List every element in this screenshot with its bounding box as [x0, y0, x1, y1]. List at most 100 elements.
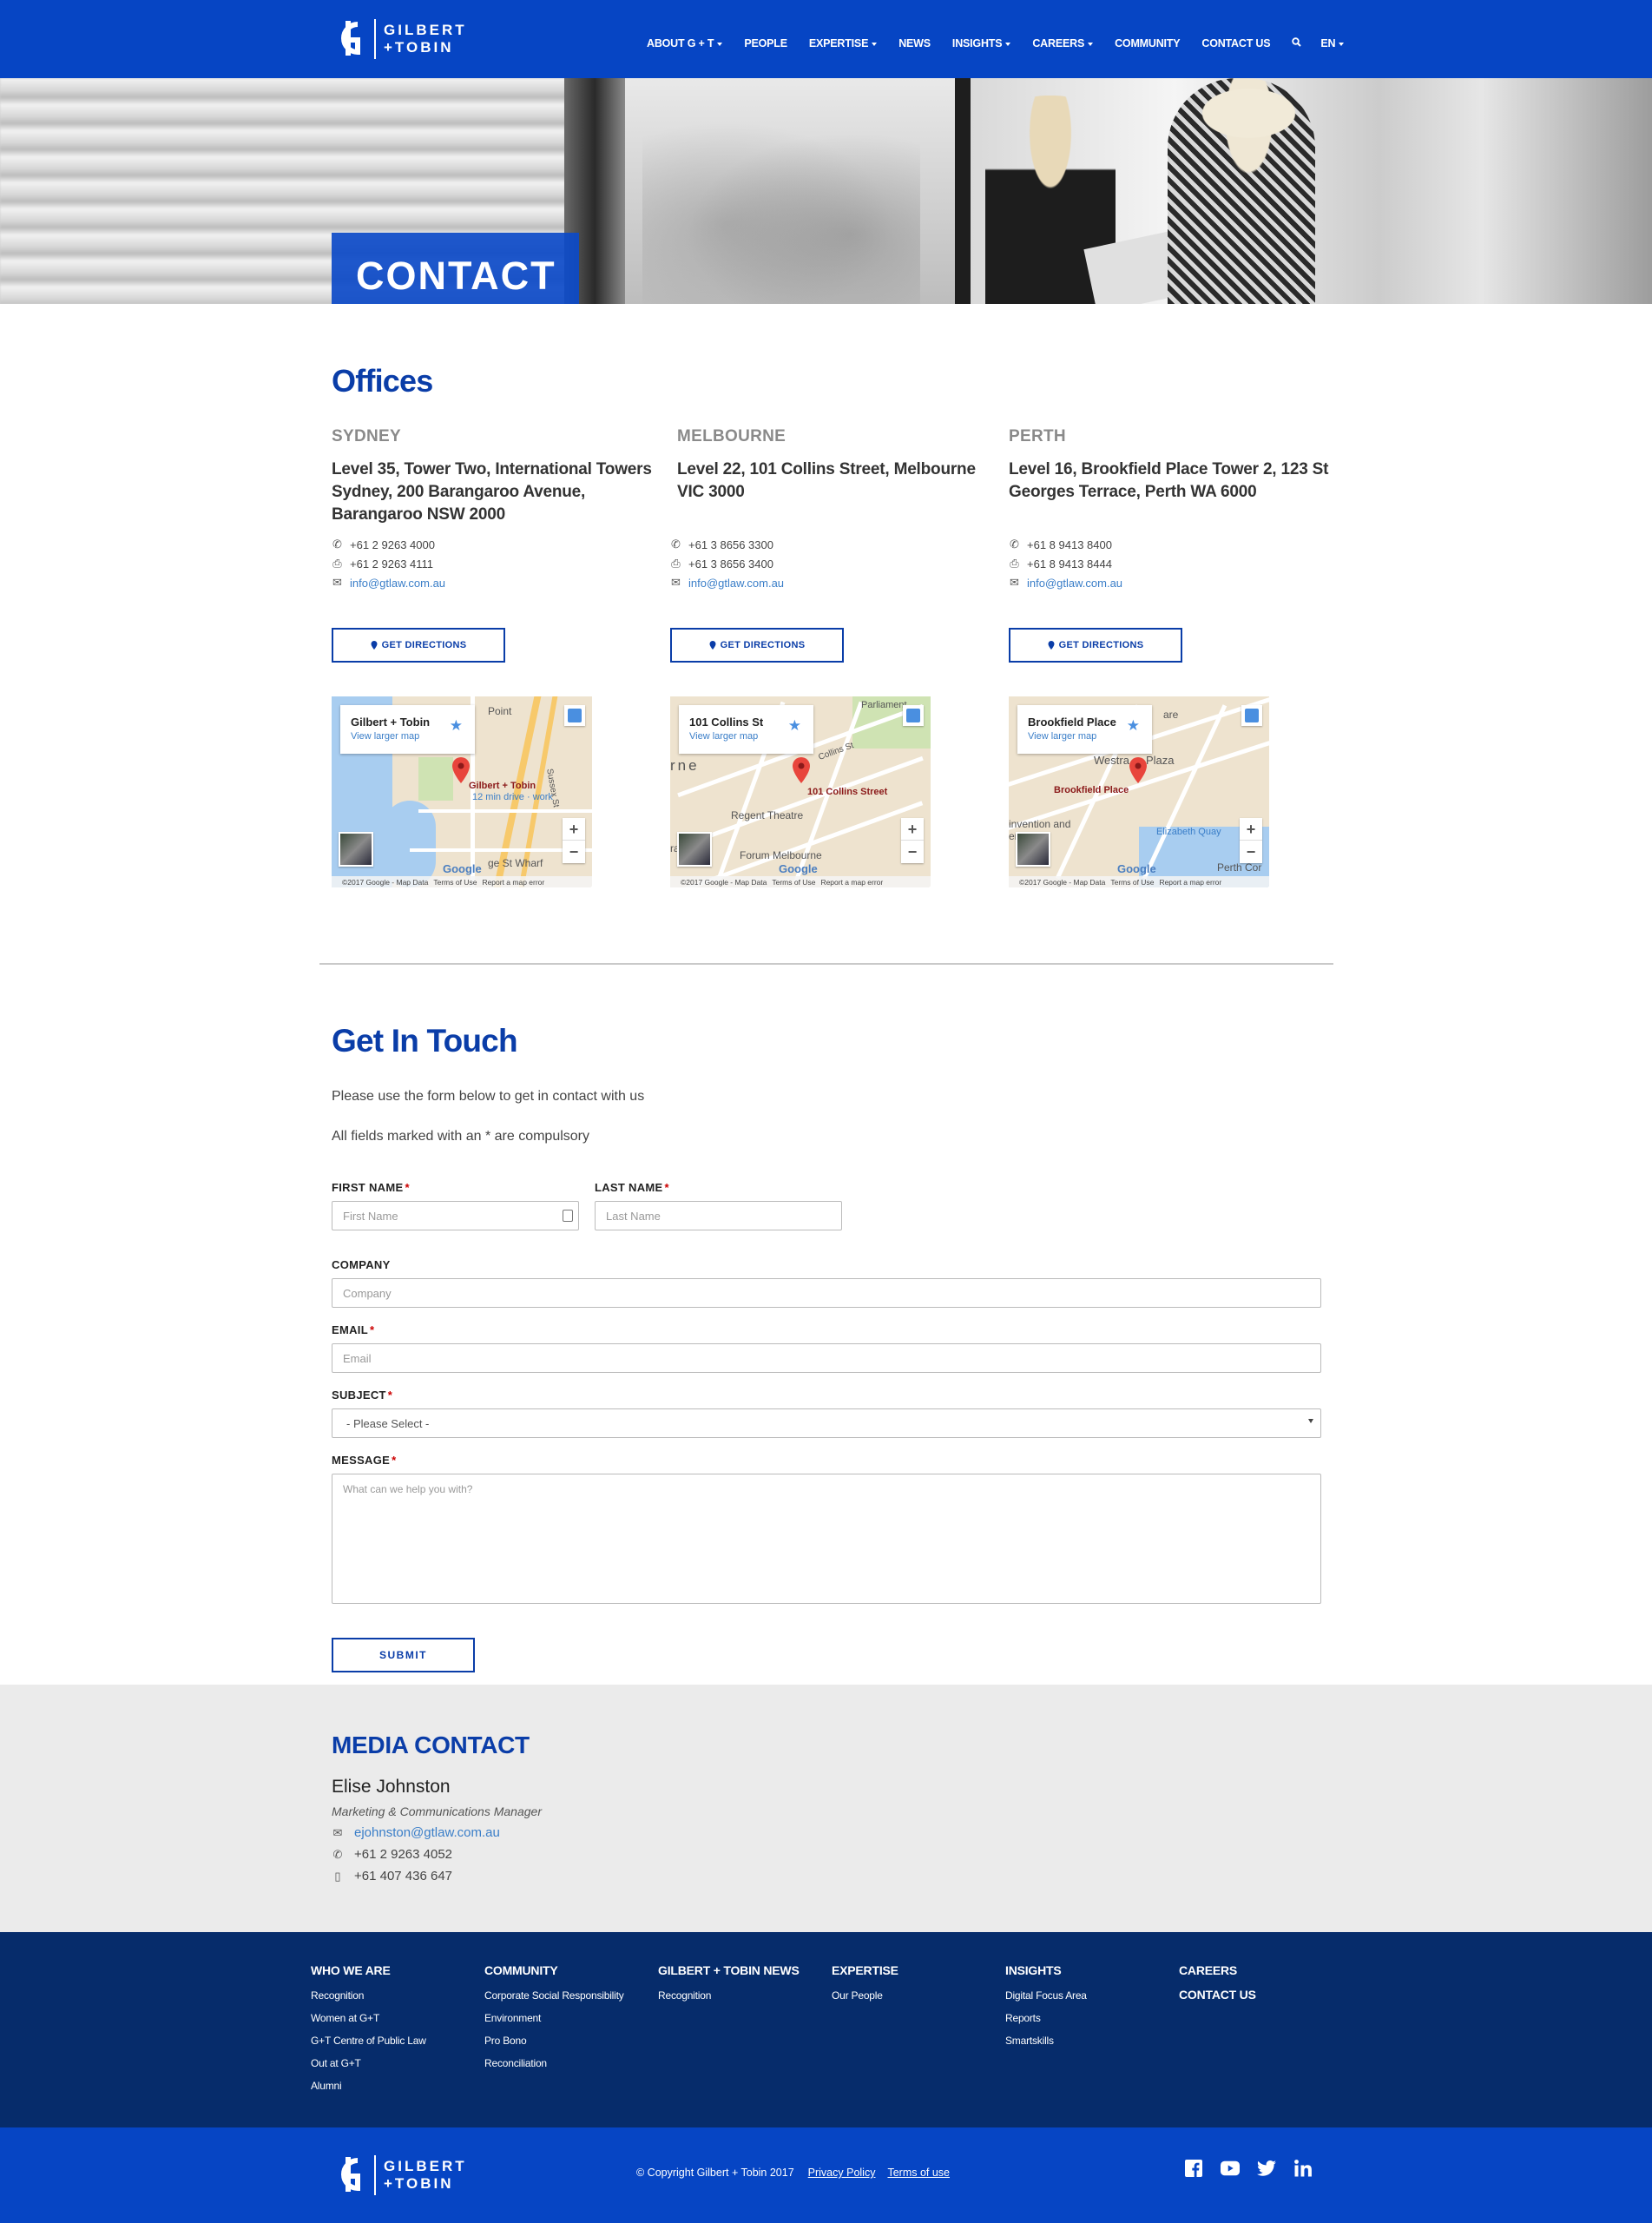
map-perth[interactable]: are Westra Plaza Elizabeth Quay inventio…: [1009, 696, 1269, 887]
get-directions-perth-button[interactable]: GET DIRECTIONS: [1009, 628, 1182, 663]
star-icon[interactable]: ★: [788, 717, 801, 735]
footer-col-heading[interactable]: GILBERT + TOBIN NEWS: [658, 1963, 800, 1977]
facebook-icon[interactable]: [1184, 2159, 1203, 2178]
view-larger-map-link[interactable]: View larger map: [689, 731, 758, 742]
map-street-label: invention and: [1009, 818, 1071, 830]
header-logo[interactable]: GILBERT +TOBIN: [332, 17, 467, 61]
zoom-in-button[interactable]: +: [563, 818, 585, 841]
map-street-label: Forum Melbourne: [740, 849, 822, 861]
zoom-in-button[interactable]: +: [901, 818, 924, 841]
map-sydney[interactable]: Point Sussex St ge St Wharf Gilbert + To…: [332, 696, 592, 887]
map-place-name: 101 Collins St: [689, 716, 764, 729]
map-satellite-thumbnail[interactable]: [677, 832, 712, 867]
nav-community[interactable]: COMMUNITY: [1115, 37, 1180, 49]
zoom-in-button[interactable]: +: [1240, 818, 1262, 841]
view-larger-map-link[interactable]: View larger map: [1028, 731, 1096, 742]
footer-link[interactable]: Smartskills: [1005, 2035, 1087, 2047]
office-phone-value: +61 8 9413 8400: [1027, 538, 1112, 551]
map-street-label: Westra: [1094, 754, 1129, 767]
office-email-link[interactable]: info@gtlaw.com.au: [350, 577, 445, 590]
map-report-link[interactable]: Report a map error: [1159, 878, 1221, 887]
footer-col-heading[interactable]: CAREERS: [1179, 1963, 1256, 1977]
company-field[interactable]: Company: [332, 1278, 1321, 1308]
search-button[interactable]: [1292, 37, 1302, 49]
star-icon[interactable]: ★: [450, 717, 463, 735]
footer-link[interactable]: Pro Bono: [484, 2035, 624, 2047]
map-terms-link[interactable]: Terms of Use: [772, 878, 815, 887]
nav-people[interactable]: PEOPLE: [744, 37, 787, 49]
nav-news[interactable]: NEWS: [898, 37, 931, 49]
street-view-button[interactable]: [903, 705, 924, 726]
get-directions-melbourne-button[interactable]: GET DIRECTIONS: [670, 628, 844, 663]
language-select[interactable]: EN: [1320, 37, 1345, 49]
office-perth: PERTH Level 16, Brookfield Place Tower 2…: [1009, 427, 1330, 504]
footer-col-heading[interactable]: WHO WE ARE: [311, 1963, 426, 1977]
youtube-icon[interactable]: [1221, 2159, 1240, 2178]
map-marker-icon[interactable]: [792, 757, 811, 788]
street-view-button[interactable]: [564, 705, 585, 726]
footer-contact-us-link[interactable]: CONTACT US: [1179, 1988, 1256, 2002]
footer-link[interactable]: G+T Centre of Public Law: [311, 2035, 426, 2047]
map-info-card: 101 Collins St View larger map ★: [679, 705, 813, 754]
street-view-button[interactable]: [1241, 705, 1262, 726]
map-park: [418, 757, 453, 801]
map-terms-link[interactable]: Terms of Use: [433, 878, 477, 887]
footer-link[interactable]: Our People: [832, 1989, 898, 2002]
office-email-link[interactable]: info@gtlaw.com.au: [1027, 577, 1122, 590]
map-report-link[interactable]: Report a map error: [482, 878, 544, 887]
submit-button[interactable]: SUBMIT: [332, 1638, 475, 1672]
footer-link[interactable]: Digital Focus Area: [1005, 1989, 1087, 2002]
terms-of-use-link[interactable]: Terms of use: [887, 2167, 950, 2179]
map-satellite-thumbnail[interactable]: [1016, 832, 1050, 867]
media-email-link[interactable]: ejohnston@gtlaw.com.au: [354, 1825, 500, 1840]
nav-insights[interactable]: INSIGHTS: [952, 37, 1011, 49]
zoom-out-button[interactable]: −: [563, 841, 585, 863]
view-larger-map-link[interactable]: View larger map: [351, 731, 419, 742]
nav-about[interactable]: ABOUT G + T: [647, 37, 723, 49]
footer-col-heading[interactable]: EXPERTISE: [832, 1963, 898, 1977]
office-melbourne-contacts: ✆ +61 3 8656 3300 ⎙ +61 3 8656 3400 ✉ info@…: [670, 535, 931, 592]
get-directions-sydney-button[interactable]: GET DIRECTIONS: [332, 628, 505, 663]
footer-link[interactable]: Reports: [1005, 2012, 1087, 2024]
privacy-policy-link[interactable]: Privacy Policy: [808, 2167, 876, 2179]
nav-contact-us[interactable]: CONTACT US: [1201, 37, 1270, 49]
office-email-link[interactable]: info@gtlaw.com.au: [688, 577, 784, 590]
first-name-field[interactable]: First Name: [332, 1201, 579, 1230]
nav-expertise[interactable]: EXPERTISE: [809, 37, 878, 49]
media-phone: ✆ +61 2 9263 4052: [332, 1847, 452, 1862]
subject-select[interactable]: - Please Select -: [332, 1408, 1321, 1438]
email-field[interactable]: Email: [332, 1343, 1321, 1373]
map-street-label: are: [1163, 709, 1179, 721]
map-marker-icon[interactable]: [1129, 757, 1148, 788]
footer-link[interactable]: Corporate Social Responsibility: [484, 1989, 624, 2002]
office-sydney: SYDNEY Level 35, Tower Two, Internationa…: [332, 427, 653, 526]
map-melbourne[interactable]: Parliament rne Collins St Regent Theatre…: [670, 696, 931, 887]
footer-link[interactable]: Reconciliation: [484, 2057, 624, 2069]
map-report-link[interactable]: Report a map error: [820, 878, 883, 887]
footer-link[interactable]: Out at G+T: [311, 2057, 426, 2069]
footer-col-heading[interactable]: COMMUNITY: [484, 1963, 624, 1977]
footer-link[interactable]: Recognition: [658, 1989, 800, 2002]
autofill-icon[interactable]: [563, 1210, 573, 1222]
message-textarea[interactable]: What can we help you with?: [332, 1474, 1321, 1604]
map-terms-link[interactable]: Terms of Use: [1110, 878, 1154, 887]
nav-careers[interactable]: CAREERS: [1032, 37, 1094, 49]
zoom-out-button[interactable]: −: [1240, 841, 1262, 863]
twitter-icon[interactable]: [1257, 2159, 1276, 2178]
footer-link[interactable]: Women at G+T: [311, 2012, 426, 2024]
footer-link[interactable]: Environment: [484, 2012, 624, 2024]
map-satellite-thumbnail[interactable]: [339, 832, 373, 867]
star-icon[interactable]: ★: [1127, 717, 1140, 735]
zoom-out-button[interactable]: −: [901, 841, 924, 863]
language-label: EN: [1320, 37, 1336, 49]
last-name-field[interactable]: Last Name: [595, 1201, 842, 1230]
footer-bottom: GILBERT +TOBIN © Copyright Gilbert + Tob…: [0, 2127, 1652, 2223]
map-marker-icon[interactable]: [451, 757, 471, 788]
footer-logo[interactable]: GILBERT +TOBIN: [332, 2154, 467, 2197]
office-fax-value: +61 2 9263 4111: [350, 557, 434, 571]
linkedin-icon[interactable]: [1293, 2159, 1313, 2178]
copyright-row: © Copyright Gilbert + Tobin 2017 Privacy…: [636, 2167, 950, 2179]
footer-link[interactable]: Recognition: [311, 1989, 426, 2002]
footer-link[interactable]: Alumni: [311, 2080, 426, 2092]
footer-col-heading[interactable]: INSIGHTS: [1005, 1963, 1087, 1977]
